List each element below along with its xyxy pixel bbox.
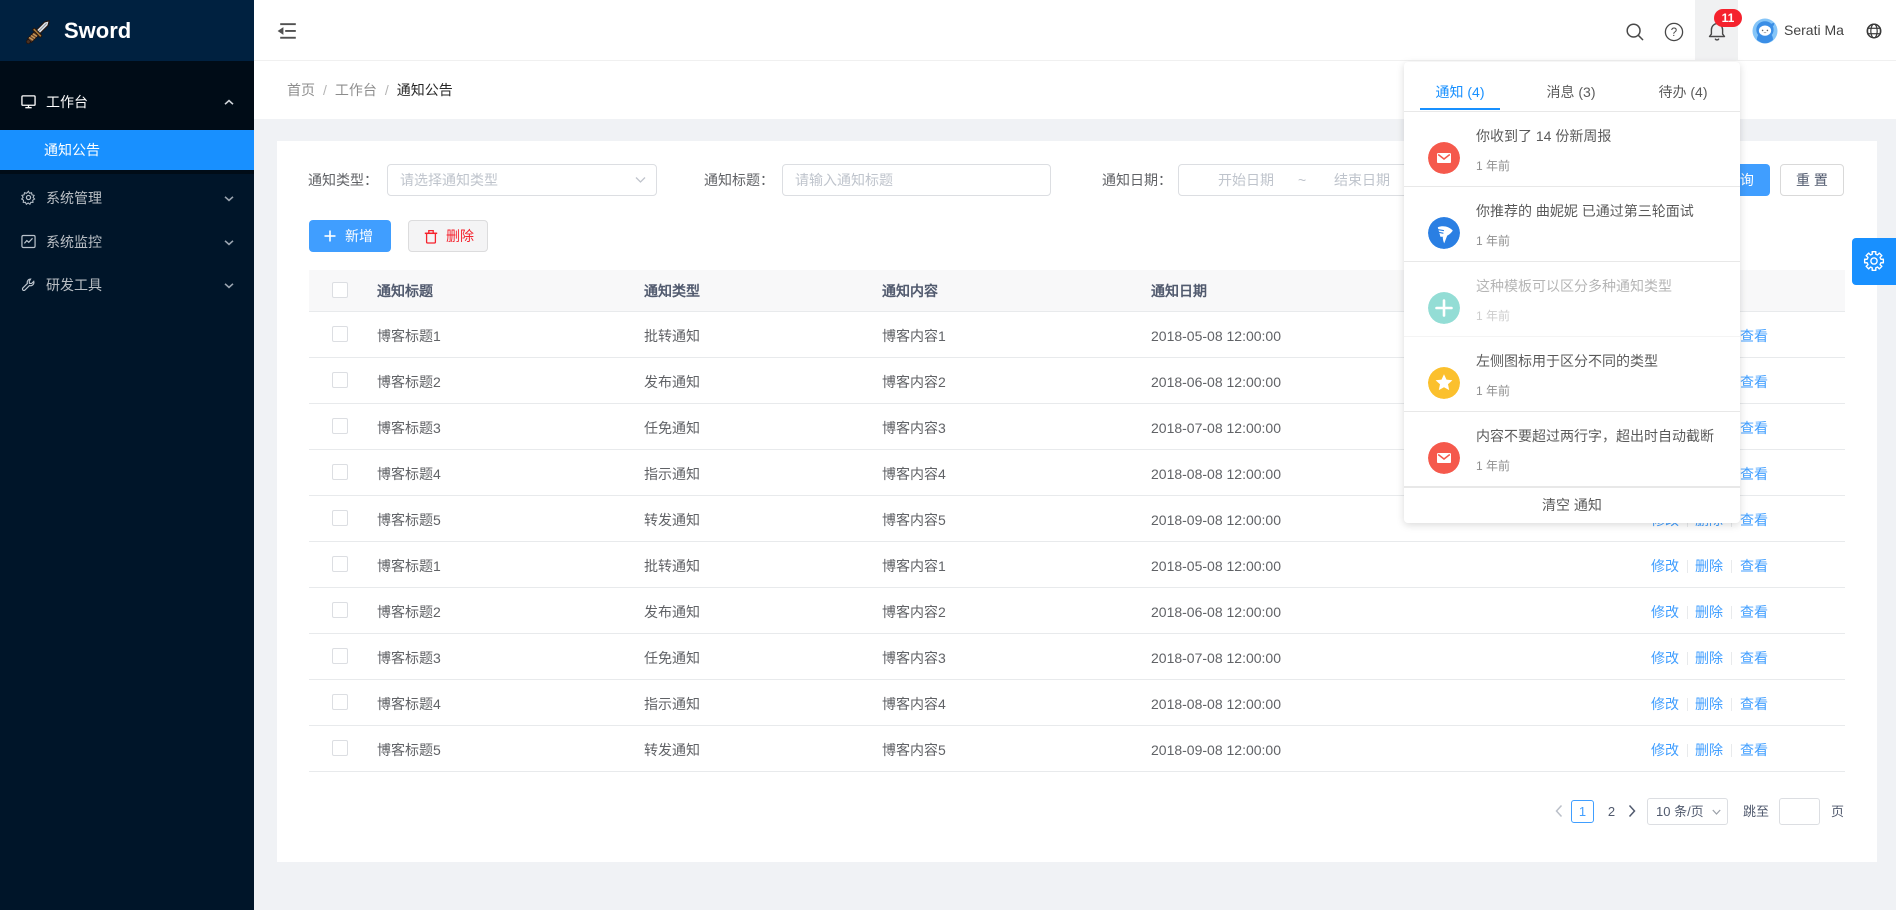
svg-text:?: ? [1671, 27, 1677, 39]
